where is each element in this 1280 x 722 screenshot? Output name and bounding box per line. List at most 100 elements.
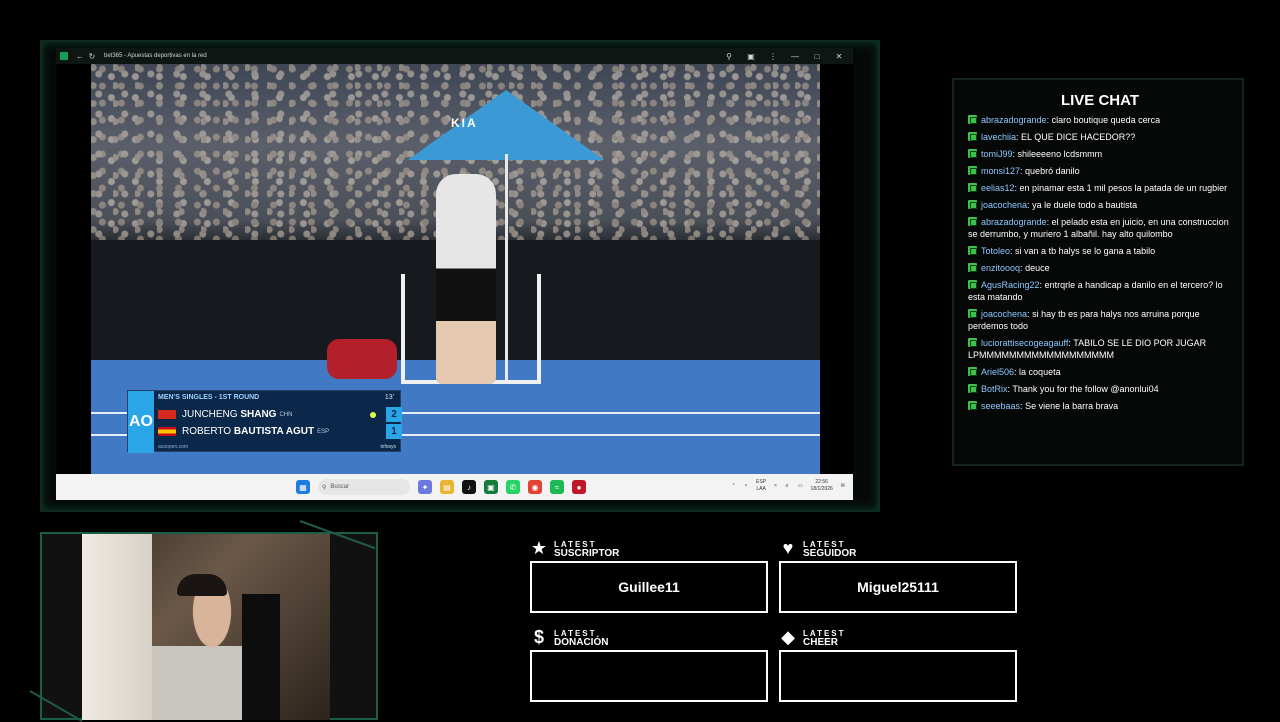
heart-icon: ♥ [782, 538, 794, 558]
chat-text: si van a tb halys se lo gana a tabilo [1015, 246, 1156, 256]
chat-text: claro boutique queda cerca [1051, 115, 1161, 125]
maximize-icon[interactable]: □ [811, 50, 823, 62]
latest-suscriptor-box: Guillee11 [530, 561, 768, 613]
latest-seguidor-box: Miguel25111 [779, 561, 1017, 613]
latest-cheer-label: ◆ LATEST CHEER [779, 627, 846, 648]
copilot-icon[interactable]: ✦ [418, 480, 432, 494]
chat-username[interactable]: monsi127 [981, 166, 1020, 176]
chat-username[interactable]: BotRix [981, 384, 1008, 394]
kick-badge-icon [968, 132, 977, 141]
chat-username[interactable]: abrazadogrande [981, 115, 1047, 125]
chat-message: Totoleo: si van a tb halys se lo gana a … [968, 245, 1232, 257]
kick-badge-icon [968, 401, 977, 410]
chat-username[interactable]: Ariel506 [981, 367, 1014, 377]
chat-username[interactable]: enzitoooq [981, 263, 1020, 273]
chat-username[interactable]: Totoleo [981, 246, 1010, 256]
wifi-icon[interactable]: ≈ [774, 483, 777, 489]
chevron-up-icon[interactable]: ⌃ [732, 483, 736, 489]
taskbar-search[interactable]: ⚲ Buscar [318, 479, 410, 495]
clock-date: 18/1/2026 [810, 486, 833, 492]
chat-text: Thank you for the follow @anonlui04 [1012, 384, 1159, 394]
kick-badge-icon [968, 183, 977, 192]
latest-seguidor-label: ♥ LATEST SEGUIDOR [779, 538, 857, 559]
kick-badge-icon [968, 200, 977, 209]
streamer-hair [177, 574, 227, 596]
kick-badge-icon [968, 149, 977, 158]
player-2-last: BAUTISTA AGUT [233, 426, 315, 437]
chat-username[interactable]: abrazadogrande [981, 217, 1047, 227]
minimize-icon[interactable]: — [789, 50, 801, 62]
player-1-first: JUNCHENG [182, 409, 238, 420]
chat-message-list[interactable]: abrazadogrande: claro boutique queda cer… [968, 114, 1232, 454]
battery-icon[interactable]: ▭ [798, 483, 803, 489]
lang-bottom: LAA [756, 486, 766, 492]
player-2-country: ESP [317, 428, 330, 435]
chat-message: eelias12: en pinamar esta 1 mil pesos la… [968, 182, 1232, 194]
chat-username[interactable]: seeebaas [981, 401, 1020, 411]
chat-message: abrazadogrande: el pelado esta en juicio… [968, 216, 1232, 240]
umbrella-logo: KIA [451, 116, 478, 130]
kick-badge-icon [968, 166, 977, 175]
china-flag-icon [158, 410, 176, 419]
scoreboard-header: MEN'S SINGLES - 1ST ROUND [158, 394, 260, 401]
chat-username[interactable]: tomiJ99 [981, 149, 1013, 159]
tennis-player [436, 174, 496, 384]
latest-suscriptor-label: ★ LATEST SUSCRIPTOR [530, 538, 619, 559]
label-big: CHEER [803, 636, 839, 648]
label-big: SEGUIDOR [803, 547, 857, 559]
chat-username[interactable]: joacochena [981, 200, 1027, 210]
chat-username[interactable]: AgusRacing22 [981, 280, 1040, 290]
app-icon[interactable]: ● [572, 480, 586, 494]
chat-username[interactable]: lavechiia [981, 132, 1016, 142]
chat-username[interactable]: luciorattisecogeagauff [981, 338, 1068, 348]
label-big: SUSCRIPTOR [554, 547, 620, 559]
kick-badge-icon [968, 280, 977, 289]
tiktok-icon[interactable]: ♪ [462, 480, 476, 494]
chrome-icon[interactable]: ◉ [528, 480, 542, 494]
latest-suscriptor-value: Guillee11 [618, 579, 680, 595]
zoom-icon[interactable]: ⚲ [723, 50, 735, 62]
kick-badge-icon [968, 309, 977, 318]
more-menu-icon[interactable]: ⋮ [767, 50, 779, 62]
bet365-favicon [60, 52, 68, 60]
scoreboard: AO MEN'S SINGLES - 1ST ROUND 13' JUNCHEN… [127, 390, 402, 453]
latest-donacion-label: $ LATEST DONACIÓN [530, 627, 608, 648]
whatsapp-icon[interactable]: ✆ [506, 480, 520, 494]
chat-message: tomiJ99: shileeeeno lcdsmmm [968, 148, 1232, 160]
chat-text: Se viene la barra brava [1025, 401, 1119, 411]
reload-icon[interactable]: ↻ [86, 50, 98, 62]
chat-message: abrazadogrande: claro boutique queda cer… [968, 114, 1232, 126]
chat-username[interactable]: eelias12 [981, 183, 1015, 193]
scoreboard-row-1: JUNCHENG SHANG CHN 2 [158, 407, 402, 422]
notifications-icon[interactable]: ✉ [841, 483, 845, 489]
microphone-icon[interactable]: ⚬ [744, 483, 748, 489]
chat-username[interactable]: joacochena [981, 309, 1027, 319]
system-tray: ⌃ ⚬ ESP LAA ≈ ♬ ▭ 22:56 18/1/2026 ✉ [732, 479, 845, 493]
chat-message: joacochena: ya le duele todo a bautista [968, 199, 1232, 211]
tennis-video[interactable]: KIA AO MEN'S SINGLES - 1ST ROUND 13' JUN… [91, 64, 820, 474]
latest-cheer-box [779, 650, 1017, 702]
back-arrow-icon[interactable]: ← [74, 50, 86, 62]
bet365-app-icon[interactable]: ▣ [484, 480, 498, 494]
ao-logo: AO [128, 391, 154, 453]
windows-start-icon[interactable]: ▦ [296, 480, 310, 494]
spotify-icon[interactable]: ≈ [550, 480, 564, 494]
kick-badge-icon [968, 367, 977, 376]
kick-badge-icon [968, 115, 977, 124]
scoreboard-row-2: ROBERTO BAUTISTA AGUT ESP 1 [158, 424, 402, 439]
spain-flag-icon [158, 427, 176, 436]
close-icon[interactable]: ✕ [833, 50, 845, 62]
file-explorer-icon[interactable]: ▤ [440, 480, 454, 494]
kick-badge-icon [968, 338, 977, 347]
chat-text: la coqueta [1019, 367, 1061, 377]
chat-text: shileeeeno lcdsmmm [1017, 149, 1103, 159]
chat-text: en pinamar esta 1 mil pesos la patada de… [1019, 183, 1228, 193]
volume-icon[interactable]: ♬ [785, 483, 790, 489]
clock[interactable]: 22:56 18/1/2026 [811, 479, 833, 493]
label-big: DONACIÓN [554, 636, 609, 648]
chat-text: ya le duele todo a bautista [1032, 200, 1138, 210]
kick-badge-icon [968, 263, 977, 272]
extensions-icon[interactable]: ▣ [745, 50, 757, 62]
latest-seguidor-value: Miguel25111 [857, 579, 939, 595]
language-indicator[interactable]: ESP LAA [756, 479, 766, 493]
